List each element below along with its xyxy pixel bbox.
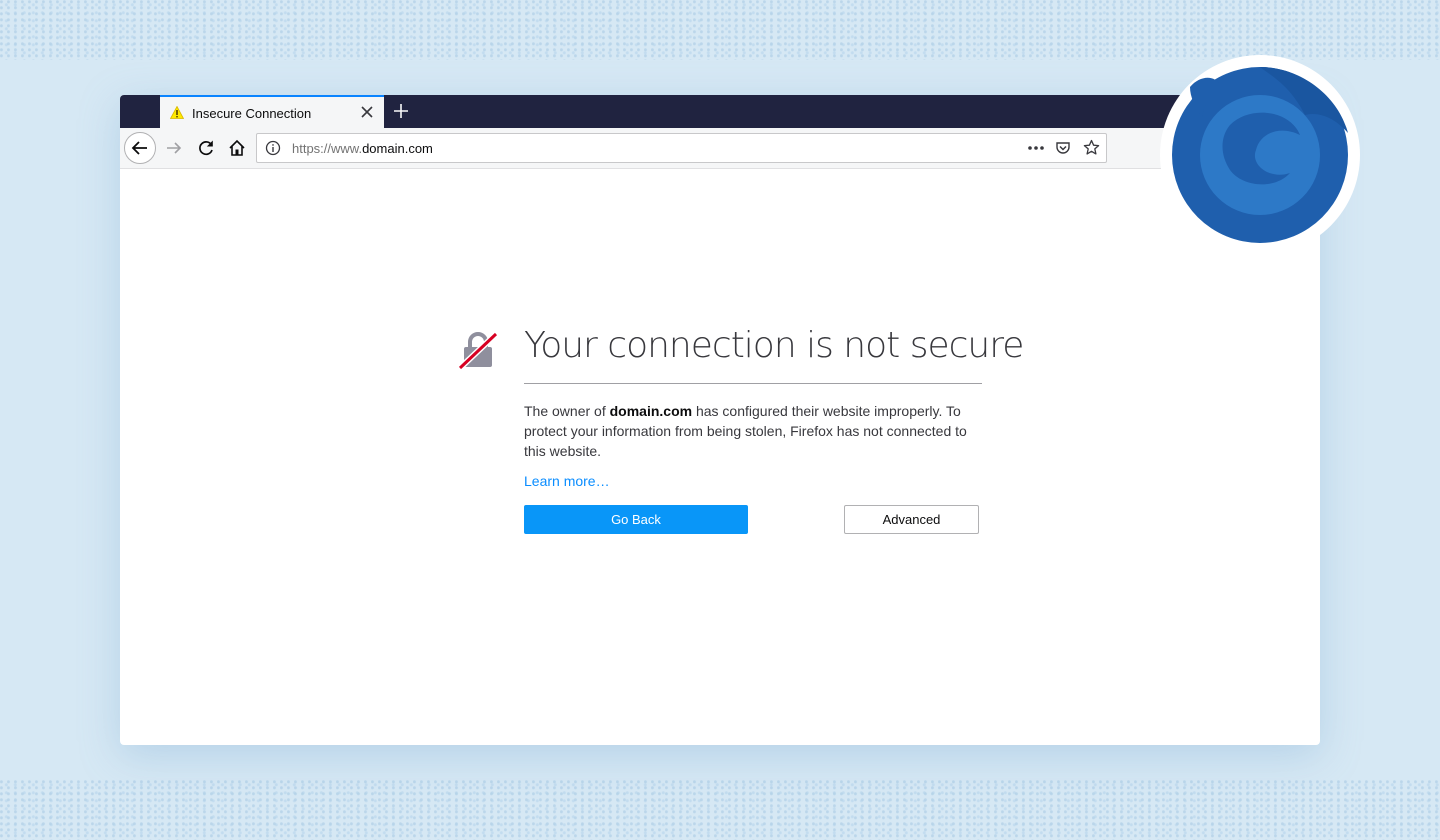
back-button[interactable] <box>124 132 156 164</box>
navigation-toolbar: https://www.domain.com <box>120 128 1320 169</box>
reload-icon[interactable] <box>196 138 216 158</box>
tab-bar: Insecure Connection <box>120 95 1320 128</box>
warning-icon <box>170 106 184 119</box>
tab-insecure-connection[interactable]: Insecure Connection <box>160 95 384 128</box>
firefox-logo <box>1172 67 1348 243</box>
page-title: Your connection is not secure <box>524 325 1024 366</box>
star-icon[interactable] <box>1083 139 1100 156</box>
tab-title: Insecure Connection <box>192 106 312 121</box>
info-icon[interactable] <box>265 140 281 156</box>
desc-domain: domain.com <box>609 403 693 419</box>
background-texture-bottom <box>0 780 1440 840</box>
advanced-button[interactable]: Advanced <box>844 505 979 534</box>
error-description: The owner of domain.com has configured t… <box>524 401 982 461</box>
go-back-button[interactable]: Go Back <box>524 505 748 534</box>
learn-more-link[interactable]: Learn more… <box>524 473 610 489</box>
more-icon[interactable] <box>1026 140 1046 156</box>
forward-arrow-icon[interactable] <box>164 138 184 158</box>
background-texture-top <box>0 0 1440 60</box>
desc-text-before: The owner of <box>524 403 610 419</box>
broken-lock-icon <box>458 331 498 370</box>
plus-icon[interactable] <box>392 102 410 120</box>
url-text: https://www.domain.com <box>292 141 433 156</box>
url-bar[interactable]: https://www.domain.com <box>256 133 1107 163</box>
back-arrow-icon <box>131 141 147 155</box>
pocket-icon[interactable] <box>1055 140 1071 156</box>
close-icon[interactable] <box>360 105 374 119</box>
error-page: Your connection is not secure The owner … <box>120 169 1320 745</box>
browser-window: Insecure Connection https://www.domain.c… <box>120 95 1320 745</box>
home-icon[interactable] <box>227 138 247 158</box>
title-divider <box>524 383 982 384</box>
url-domain: domain.com <box>362 141 433 156</box>
firefox-logo-badge <box>1160 55 1360 255</box>
url-prefix: https://www. <box>292 141 363 156</box>
